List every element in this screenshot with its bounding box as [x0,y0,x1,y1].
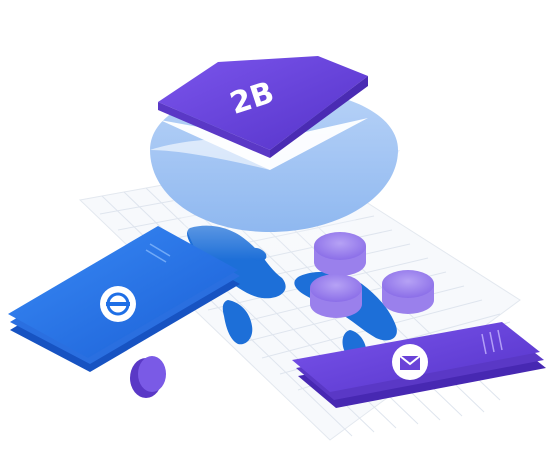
edge-logo-icon [100,286,136,322]
coin-right [382,270,434,314]
send-envelope-icon [392,344,428,380]
coin-top [314,232,366,276]
coin-middle [310,274,362,318]
isometric-illustration: 2B [8,56,546,441]
coin-purple-small [130,356,166,398]
